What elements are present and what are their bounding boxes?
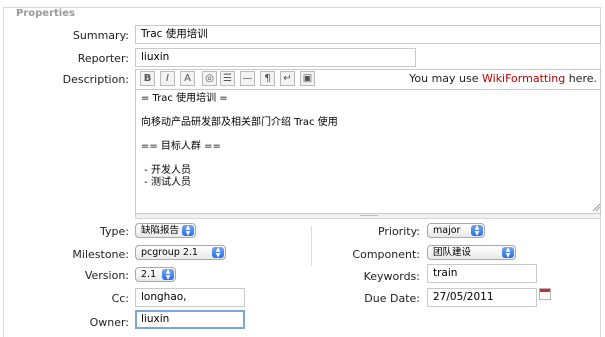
description-line <box>141 105 595 117</box>
description-line <box>141 153 595 165</box>
description-line: 向移动产品研发部及相关部门介绍 Trac 使用 <box>141 117 338 128</box>
textarea-resize-handle[interactable] <box>135 214 601 219</box>
select-arrows-icon: ▲ ▼ <box>182 225 194 236</box>
description-line <box>141 129 595 141</box>
cc-input[interactable]: longhao, <box>135 288 245 307</box>
version-select[interactable]: 2.1 ▲ ▼ <box>135 267 176 282</box>
description-label: Description: <box>62 73 129 86</box>
priority-select[interactable]: major ▲ ▼ <box>427 223 485 238</box>
milestone-label: Milestone: <box>72 248 129 261</box>
link-icon[interactable]: ◎ <box>202 71 217 86</box>
wiki-toolbar: B I A ◎ ☰ — ¶ ↵ ▣ You may use WikiFormatting her… <box>135 69 601 89</box>
column-divider <box>311 226 312 266</box>
keywords-input[interactable]: train <box>427 264 537 283</box>
owner-input[interactable]: liuxin <box>135 310 245 329</box>
type-label: Type: <box>100 225 129 238</box>
summary-label: Summary: <box>72 29 129 42</box>
bold-icon[interactable]: B <box>140 71 155 86</box>
version-label: Version: <box>84 269 129 282</box>
code-block-icon[interactable]: ☰ <box>220 71 235 86</box>
priority-label: Priority: <box>377 225 420 238</box>
wiki-formatting-hint: You may use WikiFormatting here. <box>409 72 597 85</box>
description-line: == 目标人群 == <box>141 141 221 152</box>
reporter-input[interactable]: liuxin <box>135 48 416 67</box>
keywords-label: Keywords: <box>363 270 420 283</box>
description-textarea[interactable]: = Trac 使用培训 = 向移动产品研发部及相关部门介绍 Trac 使用 == 目… <box>135 89 601 214</box>
select-arrows-icon: ▲ ▼ <box>502 247 514 258</box>
paragraph-icon[interactable]: ¶ <box>260 71 275 86</box>
component-select[interactable]: 团队建设 ▲ ▼ <box>427 245 516 260</box>
line-break-icon[interactable]: ↵ <box>280 71 295 86</box>
summary-input[interactable]: Trac 使用培训 <box>135 25 601 44</box>
select-arrows-icon: ▲ ▼ <box>471 225 483 236</box>
description-line: = Trac 使用培训 = <box>141 93 228 104</box>
wikiformatting-link[interactable]: WikiFormatting <box>482 72 565 85</box>
description-line: - 开发人员 <box>141 165 191 176</box>
calendar-icon[interactable] <box>539 288 551 300</box>
select-arrows-icon: ▲ ▼ <box>212 247 224 258</box>
description-line: - 测试人员 <box>141 177 191 188</box>
italic-icon[interactable]: I <box>160 71 175 86</box>
owner-label: Owner: <box>89 316 129 329</box>
type-select[interactable]: 缺陷报告 ▲ ▼ <box>135 223 196 238</box>
resize-corner-icon <box>592 203 600 211</box>
horizontal-rule-icon[interactable]: — <box>240 71 255 86</box>
due-date-label: Due Date: <box>364 292 420 305</box>
component-label: Component: <box>352 248 420 261</box>
heading-icon[interactable]: A <box>180 71 195 86</box>
image-icon[interactable]: ▣ <box>300 71 315 86</box>
due-date-input[interactable]: 27/05/2011 <box>427 288 537 307</box>
cc-label: Cc: <box>111 292 129 305</box>
milestone-select[interactable]: pcgroup 2.1 ▲ ▼ <box>135 245 226 260</box>
properties-legend: Properties <box>13 8 78 19</box>
select-arrows-icon: ▲ ▼ <box>162 269 174 280</box>
reporter-label: Reporter: <box>77 52 129 65</box>
